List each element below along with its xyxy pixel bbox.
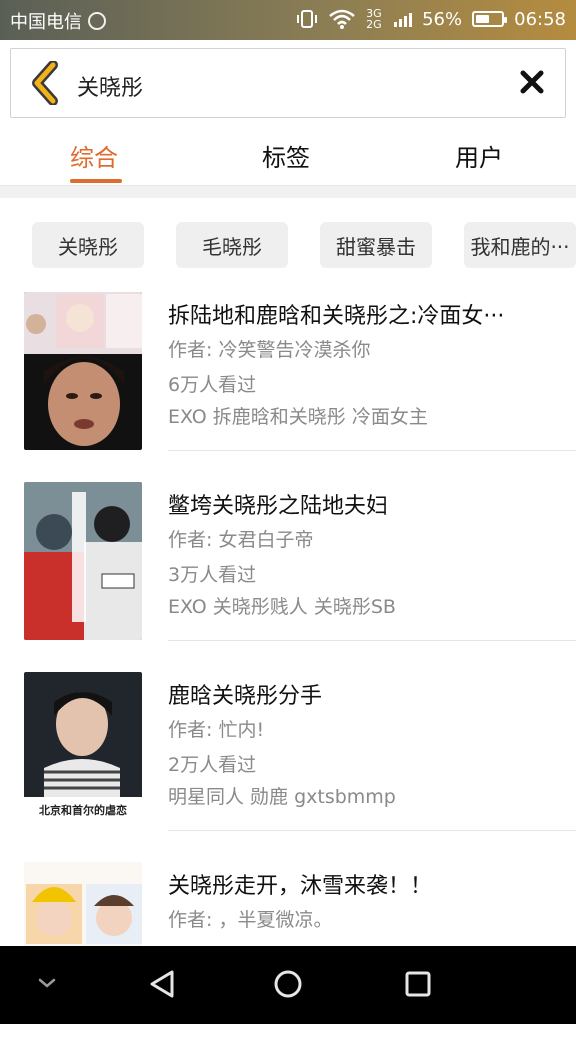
clock: 06:58	[514, 8, 566, 30]
cover-image	[24, 482, 142, 640]
wifi-icon	[329, 9, 355, 29]
item-tags: 明星同人 勋鹿 gxtsbmmp	[168, 786, 396, 808]
system-nav-bar	[0, 946, 576, 1024]
cover-caption: 北京和首尔的虐恋	[39, 804, 127, 817]
active-tab-indicator	[70, 179, 122, 183]
result-tabs: 综合 标签 用户	[0, 123, 576, 186]
battery-fill	[476, 15, 490, 23]
item-author: 作者: 女君白子帝	[168, 529, 314, 551]
tag-chip[interactable]: 毛晓彤	[176, 222, 288, 268]
cover-image: 北京和首尔的虐恋	[24, 672, 142, 830]
row-divider	[168, 640, 576, 641]
search-input[interactable]: 关晓彤	[77, 70, 143, 102]
item-title: 关晓彤走开，沐雪来袭！！	[168, 874, 433, 899]
tab-tags[interactable]: 标签	[262, 138, 310, 173]
status-left: 中国电信	[10, 8, 106, 34]
tag-chips: 关晓彤 毛晓彤 甜蜜暴击 我和鹿的···	[0, 222, 576, 270]
list-item[interactable]: 拆陆地和鹿晗和关晓彤之:冷面女··· 作者: 冷笑警告冷漠杀你 6万人看过 EX…	[0, 292, 576, 482]
recents-square-icon[interactable]	[402, 968, 434, 1000]
item-author: 作者: 冷笑警告冷漠杀你	[168, 339, 371, 361]
list-item[interactable]: 鳖垮关晓彤之陆地夫妇 作者: 女君白子帝 3万人看过 EXO 关晓彤贱人 关晓彤…	[0, 482, 576, 672]
battery-percent: 56%	[422, 8, 463, 30]
item-title: 鳖垮关晓彤之陆地夫妇	[168, 494, 389, 519]
cover-image	[24, 292, 142, 450]
item-title: 拆陆地和鹿晗和关晓彤之:冷面女···	[168, 304, 505, 329]
tab-general[interactable]: 综合	[70, 138, 118, 173]
vibrate-icon	[297, 10, 318, 28]
item-author: 作者: 忙内!	[168, 719, 265, 741]
network-label: 3G 2G	[366, 7, 382, 31]
close-icon[interactable]	[517, 67, 547, 97]
section-divider	[0, 186, 576, 198]
row-divider	[168, 450, 576, 451]
tag-chip[interactable]: 甜蜜暴击	[320, 222, 432, 268]
search-bar: 关晓彤	[10, 48, 566, 118]
tag-chip[interactable]: 我和鹿的···	[464, 222, 576, 268]
item-title: 鹿晗关晓彤分手	[168, 684, 323, 709]
row-divider	[168, 830, 576, 831]
item-views: 6万人看过	[168, 374, 257, 396]
hotspot-icon	[88, 12, 106, 30]
list-item[interactable]: 北京和首尔的虐恋 鹿晗关晓彤分手 作者: 忙内! 2万人看过 明星同人 勋鹿 g…	[0, 672, 576, 862]
carrier-label: 中国电信	[10, 12, 82, 33]
status-right: 3G 2G 56% 06:58	[296, 8, 566, 30]
item-tags: EXO 拆鹿晗和关晓彤 冷面女主	[168, 406, 428, 428]
battery-icon	[472, 11, 508, 27]
home-circle-icon[interactable]	[272, 968, 304, 1000]
tag-chip[interactable]: 关晓彤	[32, 222, 144, 268]
item-views: 2万人看过	[168, 754, 257, 776]
tab-users[interactable]: 用户	[455, 138, 503, 173]
status-bar: 中国电信 3G 2G 56% 06:58	[0, 0, 576, 40]
signal-icon	[394, 11, 413, 27]
item-tags: EXO 关晓彤贱人 关晓彤SB	[168, 596, 396, 618]
back-triangle-icon[interactable]	[146, 968, 178, 1000]
chevron-left-icon[interactable]	[27, 61, 67, 105]
item-author: 作者: ，半夏微凉。	[168, 909, 333, 931]
item-views: 3万人看过	[168, 564, 257, 586]
chevron-down-icon[interactable]	[36, 976, 58, 990]
